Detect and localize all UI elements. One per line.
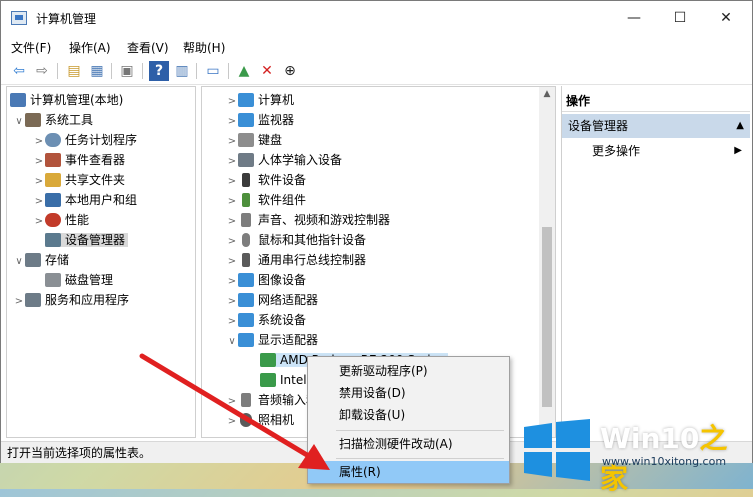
windows-logo-icon <box>524 419 590 481</box>
watermark-url: www.win10xitong.com <box>602 455 727 468</box>
win10-watermark: Win10之家 www.win10xitong.com <box>520 415 750 495</box>
